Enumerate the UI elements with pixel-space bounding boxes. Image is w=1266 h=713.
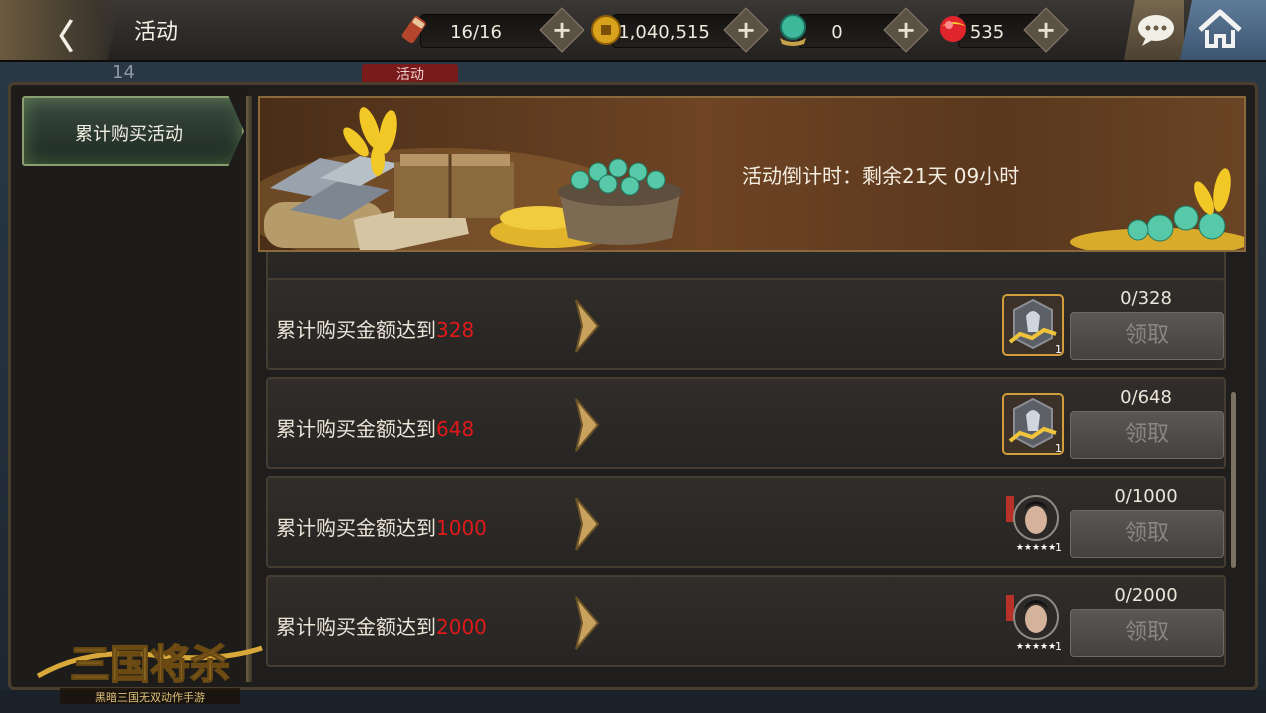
plus-icon: + [551,16,573,44]
claim-button[interactable]: 领取 [1070,411,1224,459]
chat-bubble-icon [1138,15,1174,46]
progress-text: 0/328 [1120,288,1172,309]
reward-item[interactable]: ★★★★★ 1 [1002,492,1064,554]
countdown-text: 活动倒计时：剩余21天 09小时 [742,164,1020,188]
progress-text: 0/648 [1120,387,1172,408]
row-amount: 1000 [436,516,487,540]
logo-title: 三国将杀 [70,641,230,688]
row-label: 累计购买金额达到328 [276,318,475,342]
list-item: 累计购买金额达到648 1 0/648 领取 [266,377,1226,469]
reward-count: 1 [1055,343,1062,356]
row-amount: 328 [436,318,475,342]
reward-item[interactable]: 1 [1002,393,1064,455]
reward-item[interactable]: ★★★★★ 1 [1002,591,1064,653]
list-item: 累计购买金额达到1000 ★★★★★ 1 0/1000 领取 [266,476,1226,568]
sidebar-item-cumulative-purchase[interactable]: 累计购买活动 [22,96,244,166]
back-button[interactable]: 〈 [0,0,122,60]
svg-text:★★★★★: ★★★★★ [1016,543,1056,553]
row-amount: 2000 [436,615,487,639]
reward-count: 1 [1055,640,1062,653]
resource-coin: 1,040,515 + [590,7,769,53]
row-label: 累计购买金额达到648 [276,417,475,441]
list-item: 累计购买金额达到328 1 0/328 领取 [266,278,1226,370]
coin-count: 1,040,515 [618,22,710,43]
logo-subtitle: 黑暗三国无双动作手游 [95,690,205,704]
resource-jade: 0 + [776,7,929,53]
game-logo: 三国将杀 黑暗三国无双动作手游 [36,640,263,704]
list-scrollbar[interactable] [1231,392,1236,568]
reward-count: 1 [1055,541,1062,554]
coin-icon [591,15,621,45]
sidebar [12,86,248,686]
claim-button[interactable]: 领取 [1070,609,1224,657]
row-label: 累计购买金额达到1000 [276,516,487,540]
claim-button[interactable]: 领取 [1070,510,1224,558]
top-bar: 〈 活动 16/16 + 1,040,515 + 0 + 535 + [0,0,1266,62]
sidebar-divider [246,96,252,682]
scroll-icon [401,16,426,44]
page-title: 活动 [134,20,179,45]
background-level: 14 [112,62,135,83]
scroll-count: 16/16 [450,22,502,43]
chevron-left-icon: 〈 [40,18,74,58]
plus-icon: + [895,16,917,44]
chat-button[interactable] [1124,0,1184,60]
chevron-right-icon [575,596,600,650]
claim-button[interactable]: 领取 [1070,312,1224,360]
svg-text:★★★★★: ★★★★★ [1016,642,1056,652]
row-amount: 648 [436,417,475,441]
resource-gem: 535 + [936,7,1069,53]
list-item: 累计购买金额达到2000 ★★★★★ 1 0/2000 领取 [266,575,1226,667]
reward-item[interactable]: 1 [1002,294,1064,356]
jade-icon [780,14,806,46]
row-label: 累计购买金额达到2000 [276,615,487,639]
chevron-right-icon [575,497,600,551]
home-button[interactable] [1180,0,1266,60]
home-icon [1198,9,1242,48]
progress-text: 0/2000 [1114,585,1178,606]
chevron-right-icon [575,398,600,452]
plus-icon: + [1035,16,1057,44]
chevron-right-icon [575,299,600,353]
plus-icon: + [735,16,757,44]
sidebar-item-label: 累计购买活动 [75,124,183,145]
progress-text: 0/1000 [1114,486,1178,507]
gem-icon [940,16,966,42]
reward-list[interactable]: 累计购买金额达到328 1 0/328 领取 累计购买金额达到648 1 0/6… [258,252,1236,672]
reward-count: 1 [1055,442,1062,455]
resource-scroll: 16/16 + [398,7,585,53]
